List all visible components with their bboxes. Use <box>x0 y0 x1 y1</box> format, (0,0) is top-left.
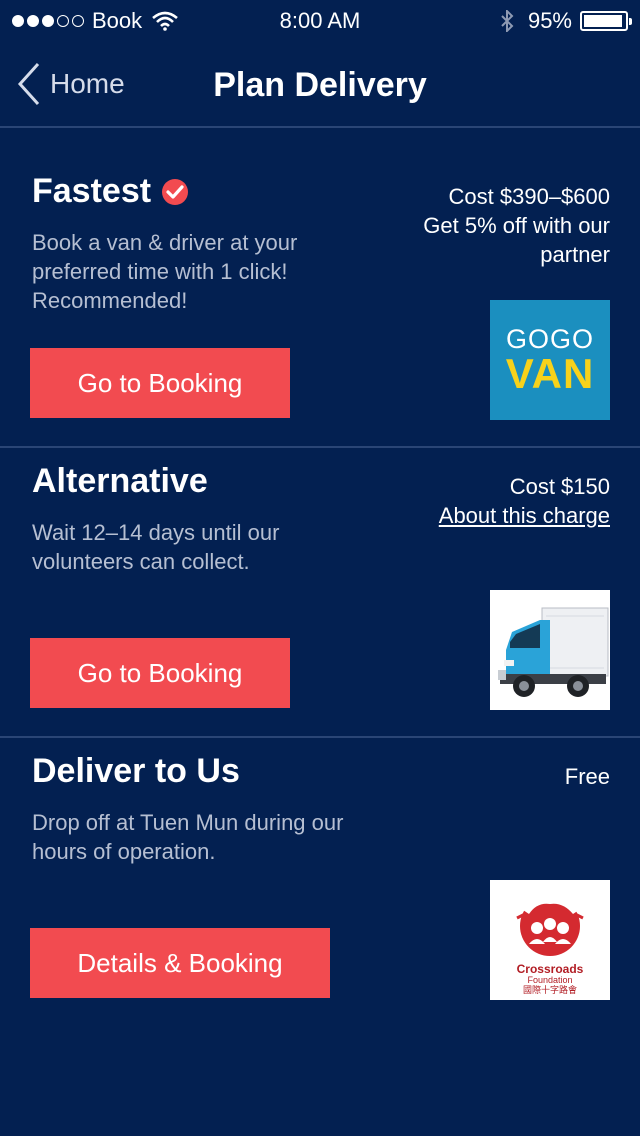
go-to-booking-button[interactable]: Go to Booking <box>30 638 290 708</box>
crossroads-logo-chinese: 國際十字路會 <box>522 985 577 995</box>
details-and-booking-button[interactable]: Details & Booking <box>30 928 330 998</box>
option-cost: Free <box>564 764 610 789</box>
battery-percentage: 95% <box>527 8 572 33</box>
gogovan-logo: GOGO VAN <box>490 300 610 420</box>
go-to-booking-button[interactable]: Go to Booking <box>30 348 290 418</box>
battery-icon <box>580 11 632 31</box>
delivery-option-alternative: Alternative Wait 12–14 days until our vo… <box>0 448 640 738</box>
battery-level-fill <box>584 15 622 27</box>
option-cost: Cost $390–$600 <box>448 184 610 209</box>
gogovan-logo-line2: VAN <box>505 350 595 397</box>
crossroads-logo: Crossroads Foundation 國際十字路會 <box>490 880 610 1000</box>
option-discount-note: Get 5% off with our partner <box>423 213 610 267</box>
option-description: Wait 12–14 days until our volunteers can… <box>32 520 280 574</box>
delivery-truck-icon <box>490 590 610 710</box>
gogovan-logo-line1: GOGO <box>505 324 594 354</box>
option-title: Fastest <box>32 172 189 211</box>
status-right: 95% <box>500 8 632 34</box>
navigation-bar: Home Plan Delivery <box>0 40 640 128</box>
option-title: Alternative <box>32 462 208 500</box>
option-description: Drop off at Tuen Mun during our hours of… <box>32 810 344 864</box>
option-cost-block: Free <box>565 762 610 791</box>
status-bar: Book 8:00 AM 95% <box>0 0 640 40</box>
check-circle-icon <box>162 178 189 205</box>
page-title: Plan Delivery <box>213 66 427 104</box>
crossroads-logo-name: Crossroads <box>516 962 584 976</box>
option-description: Book a van & driver at your preferred ti… <box>32 230 298 313</box>
plan-delivery-screen: Book 8:00 AM 95% Home Plan Delivery Fast… <box>0 0 640 1136</box>
option-title-text: Fastest <box>32 172 152 210</box>
about-charge-link[interactable]: About this charge <box>439 501 610 530</box>
crossroads-logo-sub: Foundation <box>527 975 573 985</box>
option-cost-block: Cost $390–$600 Get 5% off with our partn… <box>380 182 610 269</box>
option-cost: Cost $150 <box>509 474 610 499</box>
delivery-option-deliver-to-us: Deliver to Us Drop off at Tuen Mun durin… <box>0 738 640 1028</box>
truck-illustration <box>498 607 609 697</box>
bluetooth-icon <box>501 10 514 32</box>
delivery-option-fastest: Fastest Book a van & driver at your pref… <box>0 158 640 448</box>
crossroads-emblem-icon <box>516 895 584 956</box>
option-cost-block: Cost $150 About this charge <box>439 472 610 530</box>
option-title: Deliver to Us <box>32 752 240 790</box>
